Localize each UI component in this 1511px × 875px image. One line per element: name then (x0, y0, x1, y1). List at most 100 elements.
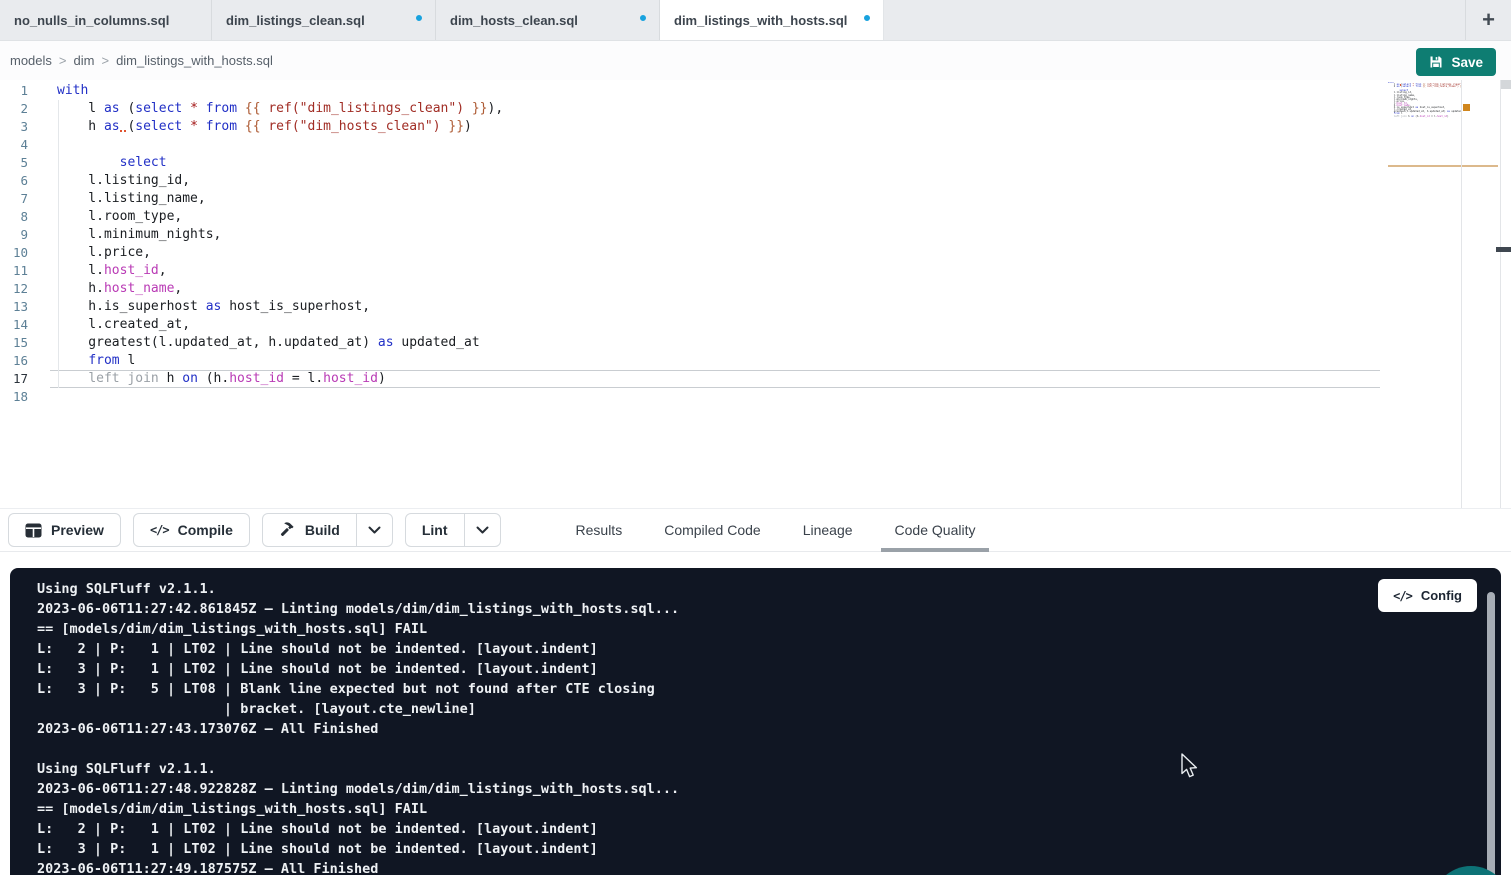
hammer-icon (279, 522, 296, 538)
preview-button-label: Preview (51, 522, 104, 538)
build-dropdown-toggle[interactable] (356, 514, 392, 546)
code-token: left join (88, 371, 158, 386)
code-token: * (190, 101, 198, 116)
lint-squiggle (120, 119, 128, 134)
result-tab-results[interactable]: Results (570, 508, 629, 552)
code-line-8[interactable]: 8 l.room_type, (0, 208, 503, 226)
code-line-11[interactable]: 11 l.host_id, (0, 262, 503, 280)
code-line-12[interactable]: 12 h.host_name, (0, 280, 503, 298)
unsaved-changes-dot-icon (416, 15, 422, 21)
code-token: ref("dim_listings_clean") (268, 101, 464, 116)
editor-tab-no_nulls_in_columns[interactable]: no_nulls_in_columns.sql (0, 0, 212, 40)
code-token (237, 119, 245, 134)
code-token (198, 101, 206, 116)
lint-output-terminal: Using SQLFluff v2.1.1. 2023-06-06T11:27:… (10, 568, 1501, 875)
code-token: , (174, 281, 182, 296)
code-token: as (104, 101, 120, 116)
terminal-scrollbar-thumb[interactable] (1487, 592, 1495, 875)
line-number: 12 (0, 280, 28, 298)
code-token: l.minimum_nights, (57, 227, 221, 242)
line-number: 13 (0, 298, 28, 316)
code-line-text: h.host_name, (57, 280, 182, 298)
line-number: 15 (0, 334, 28, 352)
breadcrumb-item[interactable]: models (10, 53, 52, 68)
tab-label: dim_listings_with_hosts.sql (674, 13, 847, 28)
line-number: 9 (0, 226, 28, 244)
code-token (182, 119, 190, 134)
code-line-5[interactable]: 5 select (0, 154, 503, 172)
code-token: h (1388, 85, 1397, 88)
code-line-text: with (57, 82, 88, 100)
code-line-14[interactable]: 14 l.created_at, (0, 316, 503, 334)
save-button[interactable]: Save (1416, 48, 1496, 76)
code-line-2[interactable]: 2 l as (select * from {{ ref("dim_listin… (0, 100, 503, 118)
code-line-15[interactable]: 15 greatest(l.updated_at, h.updated_at) … (0, 334, 503, 352)
editor-tab-dim_listings_with_hosts[interactable]: dim_listings_with_hosts.sql (660, 0, 884, 40)
lint-dropdown-toggle[interactable] (464, 514, 500, 546)
code-line-13[interactable]: 13 h.is_superhost as host_is_superhost, (0, 298, 503, 316)
result-tab-code-quality[interactable]: Code Quality (889, 508, 982, 552)
preview-button[interactable]: Preview (8, 513, 121, 547)
code-area[interactable]: 1with2 l as (select * from {{ ref("dim_l… (0, 82, 503, 406)
code-token: ref("dim_hosts_clean") (1427, 85, 1459, 88)
lint-button-label: Lint (422, 522, 448, 538)
code-token: l.listing_id, (57, 173, 190, 188)
breadcrumb-item[interactable]: dim_listings_with_hosts.sql (116, 53, 273, 68)
editor-tab-dim_hosts_clean[interactable]: dim_hosts_clean.sql (436, 0, 660, 40)
code-line-1[interactable]: 1with (0, 82, 503, 100)
code-line-9[interactable]: 9 l.minimum_nights, (0, 226, 503, 244)
code-line-17[interactable]: 17 left join h on (h.host_id = l.host_id… (0, 370, 503, 388)
editor-scrollbar-thumb[interactable] (1496, 247, 1511, 252)
code-line-text: l.minimum_nights, (57, 226, 221, 244)
line-number: 10 (0, 244, 28, 262)
code-token: host_name (104, 281, 174, 296)
new-tab-button[interactable]: + (1465, 0, 1511, 40)
result-tab-compiled-code[interactable]: Compiled Code (658, 508, 767, 552)
code-token (57, 155, 120, 170)
tab-label: no_nulls_in_columns.sql (14, 13, 169, 28)
result-tab-lineage[interactable]: Lineage (797, 508, 859, 552)
code-line-3[interactable]: 3 h as (select * from {{ ref("dim_hosts_… (0, 118, 503, 136)
code-line-4[interactable]: 4 (0, 136, 503, 154)
editor-tab-dim_listings_clean[interactable]: dim_listings_clean.sql (212, 0, 436, 40)
chevron-down-icon (476, 526, 489, 534)
minimap[interactable]: with l as (select * from {{ ref("dim_lis… (1388, 82, 1461, 502)
line-number: 5 (0, 154, 28, 172)
build-button[interactable]: Build (263, 514, 356, 546)
code-token: as (104, 119, 120, 134)
breadcrumb: models>dim>dim_listings_with_hosts.sql (10, 41, 273, 80)
code-line-text: h as (select * from {{ ref("dim_hosts_cl… (57, 118, 472, 136)
code-token: host_is_superhost, (221, 299, 370, 314)
code-line-text: l.room_type, (57, 208, 182, 226)
code-line-text: l.host_id, (57, 262, 167, 280)
code-token (57, 371, 88, 386)
code-line-7[interactable]: 7 l.listing_name, (0, 190, 503, 208)
line-number: 4 (0, 136, 28, 154)
minimap-separator (1461, 80, 1462, 508)
result-tab-strip: Results Compiled Code Lineage Code Quality (555, 508, 997, 552)
lint-button[interactable]: Lint (406, 514, 464, 546)
terminal-output-text: Using SQLFluff v2.1.1. 2023-06-06T11:27:… (37, 579, 679, 875)
code-line-6[interactable]: 6 l.listing_id, (0, 172, 503, 190)
line-number: 16 (0, 352, 28, 370)
minimap-change-highlight (1388, 165, 1498, 167)
code-token: l.price, (57, 245, 151, 260)
code-line-18[interactable]: 18 (0, 388, 503, 406)
code-brackets-icon: </> (1393, 589, 1412, 603)
config-button-label: Config (1421, 588, 1462, 603)
breadcrumb-item[interactable]: dim (74, 53, 95, 68)
code-token: h. (57, 281, 104, 296)
code-line-10[interactable]: 10 l.price, (0, 244, 503, 262)
code-token: {{ (245, 101, 268, 116)
compile-button[interactable]: </> Compile (133, 513, 250, 547)
code-editor[interactable]: 1with2 l as (select * from {{ ref("dim_l… (0, 80, 1511, 508)
code-token: host_id (104, 263, 159, 278)
code-token: on (182, 371, 198, 386)
code-token: , (159, 263, 167, 278)
breadcrumb-separator-icon: > (52, 53, 74, 68)
code-line-text: h.is_superhost as host_is_superhost, (57, 298, 370, 316)
config-button[interactable]: </> Config (1378, 579, 1477, 612)
code-line-16[interactable]: 16 from l (0, 352, 503, 370)
unsaved-changes-dot-icon (640, 15, 646, 21)
code-token: select (1402, 85, 1411, 88)
